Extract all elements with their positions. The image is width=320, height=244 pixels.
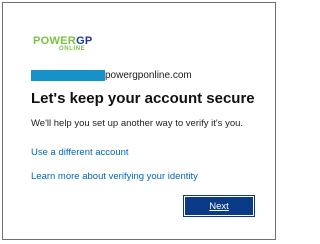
sign-in-dialog: POWERGP ONLINE powergponline.com Let's k… xyxy=(2,2,276,240)
learn-more-link[interactable]: Learn more about verifying your identity xyxy=(31,171,198,182)
use-different-account-link[interactable]: Use a different account xyxy=(31,147,129,158)
logo-online-text: ONLINE xyxy=(59,46,86,52)
next-button[interactable]: Next xyxy=(183,195,255,217)
page-subtitle: We'll help you set up another way to ver… xyxy=(31,118,244,129)
page-title: Let's keep your account secure xyxy=(31,90,255,107)
redacted-username xyxy=(31,69,105,81)
account-domain: powergponline.com xyxy=(105,69,192,81)
powergp-online-logo: POWERGP ONLINE xyxy=(33,36,105,53)
account-identifier: powergponline.com xyxy=(31,68,192,82)
